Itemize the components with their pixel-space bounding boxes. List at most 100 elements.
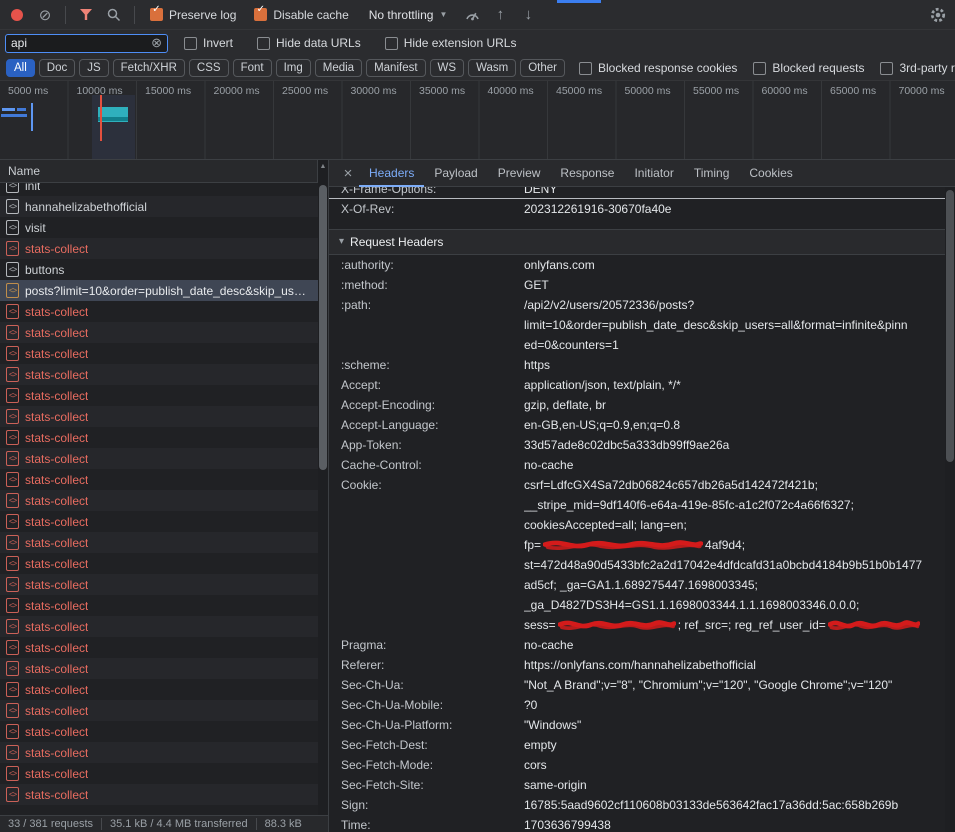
header-value-line: "Windows" [524,715,945,735]
filter-chip-media[interactable]: Media [315,59,362,77]
filter-chip-manifest[interactable]: Manifest [366,59,425,77]
script-icon: <> [6,535,19,550]
filter-chip-fetch-xhr[interactable]: Fetch/XHR [113,59,185,77]
request-row[interactable]: <>stats-collect [0,658,318,679]
checkbox-blocked-response-cookies[interactable]: Blocked response cookies [579,61,737,75]
header-name: App-Token: [329,435,524,455]
clear-filter-icon[interactable]: ⊗ [151,35,162,51]
tab-headers[interactable]: Headers [359,160,424,187]
request-row[interactable]: <>stats-collect [0,490,318,511]
checkbox-3rd-party-requests[interactable]: 3rd-party requests [880,61,955,75]
request-row[interactable]: <>stats-collect [0,742,318,763]
filter-chip-img[interactable]: Img [276,59,311,77]
filter-chip-doc[interactable]: Doc [39,59,75,77]
filter-chip-font[interactable]: Font [233,59,272,77]
request-row[interactable]: <>stats-collect [0,679,318,700]
checkbox-blocked-requests[interactable]: Blocked requests [753,61,864,75]
tab-timing[interactable]: Timing [684,160,740,187]
request-row[interactable]: <>stats-collect [0,343,318,364]
disable-cache-checkbox[interactable]: ✓ Disable cache [254,8,348,22]
active-panel-indicator [557,0,601,3]
request-row[interactable]: <>stats-collect [0,322,318,343]
toolbar-divider [134,6,135,24]
import-har-button[interactable]: ↓ [515,3,541,27]
header-value-text: DENY [524,187,557,196]
request-row[interactable]: <>stats-collect [0,385,318,406]
filter-chip-css[interactable]: CSS [189,59,229,77]
request-row[interactable]: <>init [0,183,318,196]
script-icon: <> [6,703,19,718]
request-name: stats-collect [25,368,88,382]
header-value: ?0 [524,695,945,715]
request-row[interactable]: <>stats-collect [0,553,318,574]
request-row[interactable]: <>stats-collect [0,238,318,259]
scroll-up-icon[interactable]: ▲ [318,163,328,170]
request-row[interactable]: <>posts?limit=10&order=publish_date_desc… [0,280,318,301]
filter-chip-wasm[interactable]: Wasm [468,59,516,77]
filter-chip-ws[interactable]: WS [430,59,465,77]
tab-response[interactable]: Response [550,160,624,187]
details-scrollbar[interactable] [945,187,955,832]
script-icon: <> [6,283,19,298]
timeline-tick: 60000 ms [762,85,808,97]
header-value-text: 16785:5aad9602cf110608b03133de563642fac1… [524,798,898,812]
request-headers-section-header[interactable]: ▾ Request Headers [329,229,945,255]
scrollbar-thumb[interactable] [319,185,327,470]
checkbox-icon [257,37,270,50]
filter-chip-other[interactable]: Other [520,59,565,77]
hide-extension-urls-checkbox[interactable]: Hide extension URLs [385,36,517,50]
request-row[interactable]: <>stats-collect [0,511,318,532]
checkbox-icon [880,62,893,75]
section-title: Request Headers [350,230,443,254]
header-value-text: ad5cf; _ga=GA1.1.689275447.1698003345; [524,578,758,592]
script-icon: <> [6,262,19,277]
request-row[interactable]: <>stats-collect [0,637,318,658]
header-value-text: no-cache [524,458,573,472]
clear-button[interactable]: ⊘ [32,3,58,27]
filter-toggle-button[interactable] [73,3,99,27]
tab-cookies[interactable]: Cookies [739,160,802,187]
request-row[interactable]: <>stats-collect [0,364,318,385]
throttling-dropdown[interactable]: No throttling ▼ [369,8,448,22]
request-row[interactable]: <>stats-collect [0,469,318,490]
search-icon [107,8,121,22]
close-details-button[interactable]: × [337,165,359,182]
request-row[interactable]: <>stats-collect [0,406,318,427]
request-row[interactable]: <>stats-collect [0,574,318,595]
network-conditions-button[interactable] [459,3,485,27]
header-value-line: no-cache [524,455,945,475]
hide-data-urls-checkbox[interactable]: Hide data URLs [257,36,361,50]
filter-chip-js[interactable]: JS [79,59,108,77]
settings-button[interactable] [925,3,951,27]
request-row[interactable]: <>stats-collect [0,616,318,637]
request-row[interactable]: <>stats-collect [0,784,318,805]
filter-input[interactable]: api ⊗ [5,34,168,53]
request-row[interactable]: <>stats-collect [0,595,318,616]
tab-preview[interactable]: Preview [488,160,551,187]
export-har-button[interactable]: ↑ [487,3,513,27]
request-row[interactable]: <>hannahelizabethofficial [0,196,318,217]
filter-chip-all[interactable]: All [6,59,35,77]
column-header-name[interactable]: Name [0,160,318,183]
scrollbar-thumb[interactable] [946,190,954,462]
tab-initiator[interactable]: Initiator [624,160,683,187]
request-row[interactable]: <>stats-collect [0,301,318,322]
search-button[interactable] [101,3,127,27]
record-button[interactable] [4,3,30,27]
header-value-line: 1703636799438 [524,815,945,832]
request-row[interactable]: <>stats-collect [0,532,318,553]
invert-checkbox[interactable]: Invert [184,36,233,50]
tab-payload[interactable]: Payload [424,160,487,187]
timeline-overview[interactable]: 5000 ms10000 ms15000 ms20000 ms25000 ms3… [0,81,955,160]
request-list-scrollbar[interactable]: ▲ [318,160,328,815]
request-row[interactable]: <>visit [0,217,318,238]
request-row[interactable]: <>stats-collect [0,721,318,742]
header-name: Accept-Encoding: [329,395,524,415]
request-row[interactable]: <>stats-collect [0,700,318,721]
request-row[interactable]: <>stats-collect [0,763,318,784]
preserve-log-checkbox[interactable]: ✓ Preserve log [150,8,236,22]
header-value-line: en-GB,en-US;q=0.9,en;q=0.8 [524,415,945,435]
request-row[interactable]: <>stats-collect [0,448,318,469]
request-row[interactable]: <>stats-collect [0,427,318,448]
request-row[interactable]: <>buttons [0,259,318,280]
